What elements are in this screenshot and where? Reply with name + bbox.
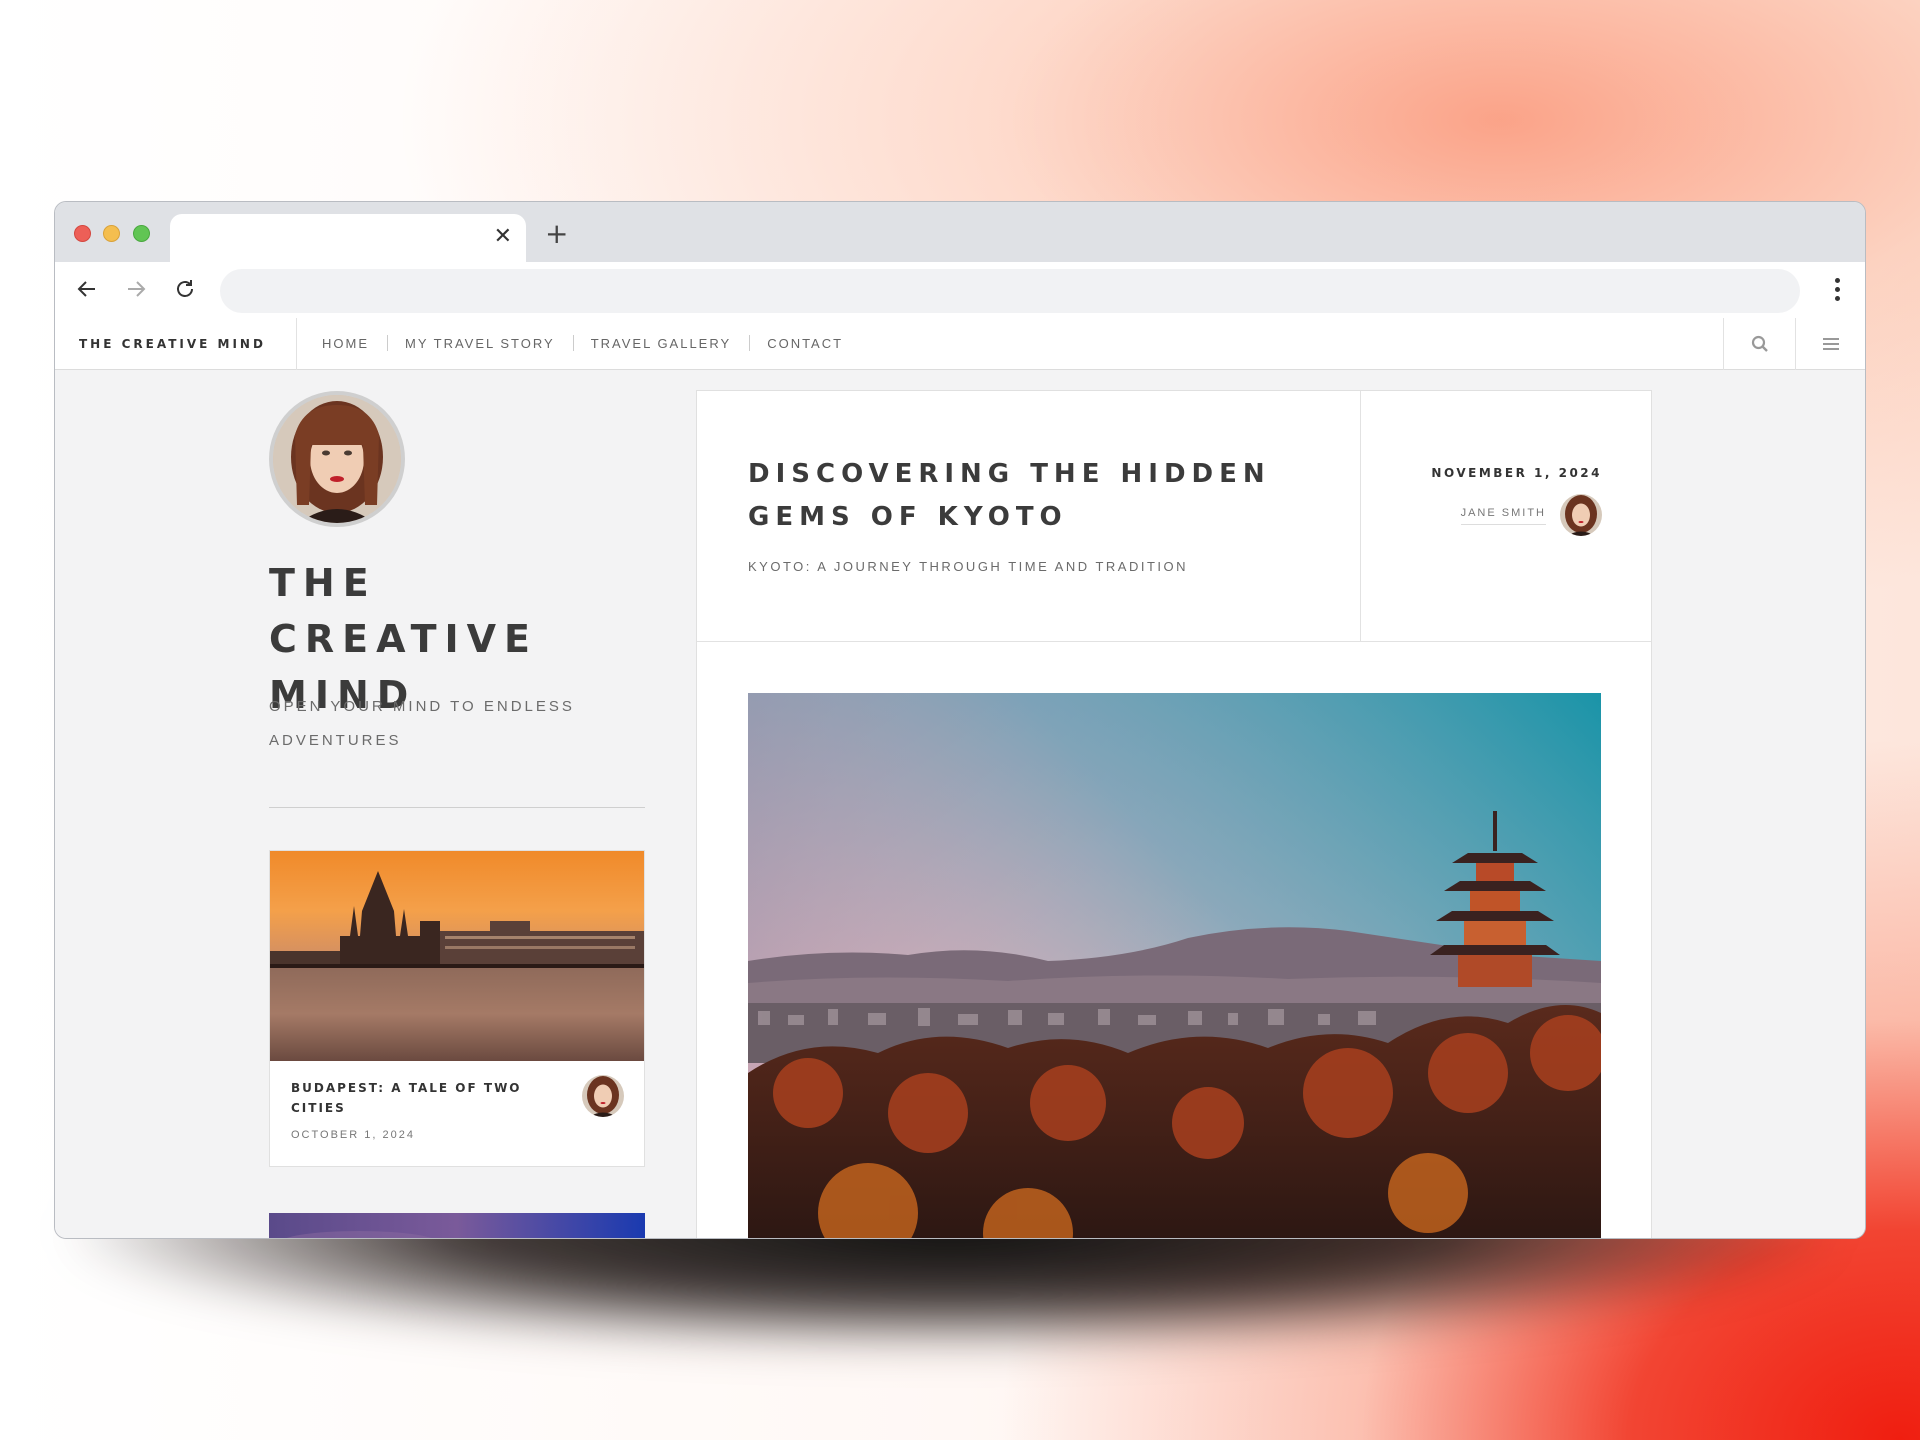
tab-close-icon[interactable]: ✕ [494,226,512,248]
article: DISCOVERING THE HIDDEN GEMS OF KYOTO KYO… [696,390,1652,1238]
new-tab-button[interactable]: + [545,220,568,248]
article-subtitle: KYOTO: A JOURNEY THROUGH TIME AND TRADIT… [748,559,1189,574]
page-content: THE CREATIVE MIND OPEN YOUR MIND TO ENDL… [55,370,1865,1238]
article-meta: NOVEMBER 1, 2024 JANE SMITH [1360,391,1652,641]
author-avatar [269,391,405,527]
close-window-button[interactable] [74,225,91,242]
site-brand[interactable]: THE CREATIVE MIND [55,317,297,370]
sidebar-divider [269,807,645,808]
nav-contact[interactable]: CONTACT [749,335,861,351]
article-author[interactable]: JANE SMITH [1460,507,1546,525]
nav-links: HOME MY TRAVEL STORY TRAVEL GALLERY CONT… [297,335,861,351]
reload-icon[interactable] [170,274,200,304]
address-bar[interactable] [220,269,1800,313]
back-arrow-icon[interactable] [72,274,102,304]
sidebar-tagline: OPEN YOUR MIND TO ENDLESS ADVENTURES [269,698,575,749]
nav-travel-gallery[interactable]: TRAVEL GALLERY [572,335,749,351]
card-author-avatar [582,1075,624,1117]
article-title: DISCOVERING THE HIDDEN GEMS OF KYOTO [748,459,1271,532]
maximize-window-button[interactable] [133,225,150,242]
article-header: DISCOVERING THE HIDDEN GEMS OF KYOTO KYO… [697,391,1651,642]
browser-menu-icon[interactable] [1835,278,1841,305]
forward-arrow-icon[interactable] [121,274,151,304]
post-card-budapest[interactable]: BUDAPEST: A TALE OF TWO CITIES OCTOBER 1… [269,850,645,1167]
kyoto-hero-image [748,693,1601,1238]
nav-home[interactable]: HOME [322,336,387,351]
article-date: NOVEMBER 1, 2024 [1431,466,1602,480]
card-date: OCTOBER 1, 2024 [291,1129,415,1141]
browser-toolbar [55,262,1865,318]
active-tab[interactable]: ✕ [170,214,526,262]
budapest-image [270,851,644,1061]
tab-bar: ✕ + [55,202,1865,262]
hamburger-menu-icon[interactable] [1795,318,1865,370]
browser-window: ✕ + THE CREATIVE MIND HOME MY TRAVEL STO… [54,201,1866,1239]
site-navbar: THE CREATIVE MIND HOME MY TRAVEL STORY T… [55,317,1865,370]
post-card-next[interactable] [269,1213,645,1238]
nav-my-travel-story[interactable]: MY TRAVEL STORY [387,335,573,351]
minimize-window-button[interactable] [103,225,120,242]
search-icon[interactable] [1723,318,1795,370]
card-title[interactable]: BUDAPEST: A TALE OF TWO CITIES [291,1078,551,1118]
article-author-avatar [1560,494,1602,536]
